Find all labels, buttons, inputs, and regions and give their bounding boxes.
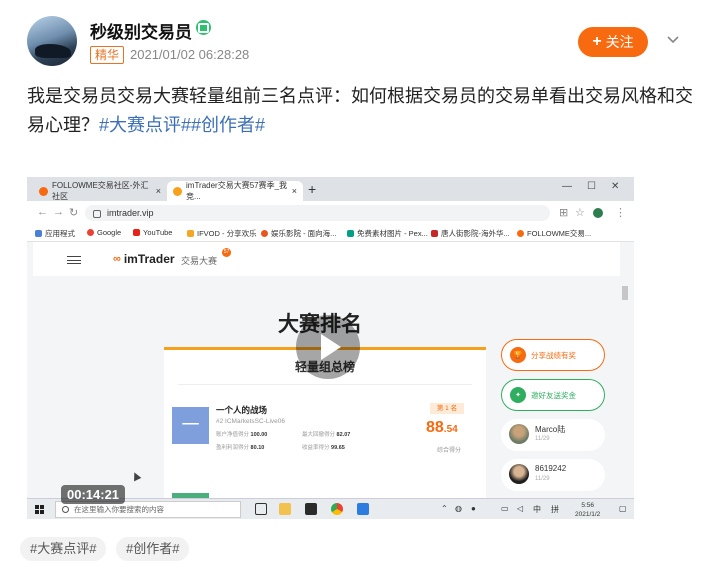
user-card[interactable]: 8619242 11/29 bbox=[501, 459, 605, 491]
post-time: 2021/01/02 06:28:28 bbox=[130, 47, 250, 62]
task-view-icon[interactable] bbox=[255, 503, 267, 515]
address-bar: ← → ↻ imtrader.vip ⊞ ☆ ⋮ bbox=[27, 201, 634, 225]
follow-button[interactable]: + 关注 bbox=[578, 27, 648, 57]
post-inline-tags[interactable]: #大赛点评##创作者# bbox=[99, 115, 265, 135]
site-logo[interactable]: ∞ imTrader bbox=[113, 252, 175, 266]
bookmark-item[interactable]: 娱乐影院 - 面向海... bbox=[261, 228, 336, 239]
tag-chip[interactable]: #大赛点评# bbox=[20, 537, 107, 561]
maximize-icon[interactable]: ☐ bbox=[587, 181, 596, 192]
windows-start-icon[interactable] bbox=[35, 505, 44, 514]
play-icon[interactable] bbox=[296, 315, 360, 379]
back-icon[interactable]: ← bbox=[37, 206, 48, 218]
wechat-icon[interactable]: ● bbox=[471, 504, 476, 513]
entry-stat: 最大回撤得分 82.07 bbox=[302, 432, 351, 438]
bookmark-item[interactable]: YouTube bbox=[133, 228, 172, 237]
avatar bbox=[509, 464, 529, 484]
bookmark-item[interactable]: Google bbox=[87, 228, 121, 237]
reload-icon[interactable]: ↻ bbox=[69, 206, 78, 219]
notification-icon[interactable]: ▢ bbox=[619, 504, 627, 513]
tab-label: FOLLOWME交易社区-外汇社区 bbox=[52, 181, 149, 201]
menu-dots-icon[interactable]: ⋮ bbox=[615, 206, 626, 219]
browser-tab-followme[interactable]: FOLLOWME交易社区-外汇社区 × bbox=[33, 181, 167, 201]
ime-indicator[interactable]: 中 bbox=[533, 504, 541, 515]
plus-icon: + bbox=[592, 33, 602, 50]
scrollbar-thumb[interactable] bbox=[622, 286, 628, 300]
share-reward-button[interactable]: 🏆 分享战绩有奖 bbox=[501, 339, 605, 371]
google-icon bbox=[87, 229, 94, 236]
apps-icon bbox=[35, 230, 42, 237]
volume-icon[interactable]: ◁ bbox=[517, 504, 523, 513]
imtrader-favicon-icon bbox=[173, 186, 182, 196]
chevron-down-icon[interactable] bbox=[665, 32, 681, 48]
post-text: 我是交易员交易大赛轻量组前三名点评：如何根据交易员的交易单看出交易风格和交易心理… bbox=[27, 82, 697, 140]
forward-icon[interactable]: → bbox=[53, 206, 64, 218]
entry-account: #2 ICMarketsSC-Live06 bbox=[216, 418, 285, 425]
author-name[interactable]: 秒级别交易员 bbox=[90, 18, 192, 43]
browser-tabbar: FOLLOWME交易社区-外汇社区 × imTrader交易大赛57赛季_我竞.… bbox=[27, 177, 634, 201]
close-icon[interactable]: × bbox=[292, 186, 297, 196]
minimize-icon[interactable]: — bbox=[562, 181, 572, 192]
bookmark-item[interactable]: IFVOD - 分享欢乐 bbox=[187, 228, 257, 239]
chinatown-icon bbox=[431, 230, 438, 237]
followme-favicon-icon bbox=[39, 186, 48, 196]
bookmark-item[interactable]: 应用程式 bbox=[35, 228, 75, 239]
video-player[interactable]: FOLLOWME交易社区-外汇社区 × imTrader交易大赛57赛季_我竞.… bbox=[27, 177, 634, 519]
mouse-cursor-icon bbox=[130, 470, 142, 482]
user-card[interactable]: Marco陆 11/29 bbox=[501, 419, 605, 451]
infinity-icon: ∞ bbox=[113, 253, 121, 265]
entry-stat: 账户净值得分 100.00 bbox=[216, 432, 268, 438]
close-icon[interactable]: × bbox=[156, 186, 161, 196]
season-badge: 57 bbox=[222, 248, 231, 257]
verified-icon bbox=[196, 20, 211, 35]
browser-tab-imtrader[interactable]: imTrader交易大赛57赛季_我竞... × bbox=[167, 181, 303, 201]
bookmark-item[interactable]: 唐人街影院-海外华... bbox=[431, 228, 510, 239]
translate-icon[interactable]: ⊞ bbox=[559, 206, 568, 219]
hamburger-menu-icon[interactable] bbox=[67, 256, 81, 264]
window-close-icon[interactable]: ✕ bbox=[611, 181, 619, 192]
tab-label: imTrader交易大赛57赛季_我竞... bbox=[186, 181, 288, 201]
ime-pinyin[interactable]: 拼 bbox=[551, 504, 559, 515]
app-icon[interactable] bbox=[357, 503, 369, 515]
network-icon[interactable]: ◍ bbox=[455, 504, 462, 513]
star-icon[interactable]: ☆ bbox=[575, 206, 585, 219]
place-badge: 第 1 名 bbox=[430, 403, 464, 414]
bookmark-item[interactable]: 免费素材图片 - Pex... bbox=[347, 228, 428, 239]
trophy-icon: 🏆 bbox=[510, 347, 526, 363]
bookmarks-bar: 应用程式 Google YouTube IFVOD - 分享欢乐 娱乐影院 - … bbox=[27, 225, 634, 242]
tag-chip[interactable]: #创作者# bbox=[116, 537, 190, 561]
entry-stat: 收益率得分 99.65 bbox=[302, 445, 345, 451]
entry-score: 88.54 bbox=[426, 419, 458, 436]
video-duration: 00:14:21 bbox=[61, 485, 126, 504]
cinema-icon bbox=[261, 230, 268, 237]
score-label: 综合得分 bbox=[437, 448, 462, 454]
followme-icon bbox=[517, 230, 524, 237]
author-avatar[interactable] bbox=[27, 16, 77, 66]
url-field[interactable]: imtrader.vip bbox=[85, 205, 550, 221]
new-tab-button[interactable]: + bbox=[308, 181, 316, 197]
profile-icon[interactable] bbox=[593, 208, 603, 218]
site-logo-subtitle: 交易大赛 bbox=[181, 256, 218, 266]
youtube-icon bbox=[133, 229, 140, 236]
entry-stat: 盈利利润得分 80.10 bbox=[216, 445, 265, 451]
pexels-icon bbox=[347, 230, 354, 237]
tray-up-icon[interactable]: ⌃ bbox=[441, 504, 448, 513]
essence-badge: 精华 bbox=[90, 46, 125, 64]
invite-friend-button[interactable]: ✦ 邀好友送奖金 bbox=[501, 379, 605, 411]
store-icon[interactable] bbox=[305, 503, 317, 515]
chrome-icon[interactable] bbox=[331, 503, 343, 515]
site-header: ∞ imTrader 交易大赛 57 bbox=[33, 242, 620, 276]
battery-icon[interactable]: ▭ bbox=[501, 504, 509, 513]
entry-name[interactable]: 一个人的战场 bbox=[216, 404, 267, 416]
bookmark-item[interactable]: FOLLOWME交易... bbox=[517, 228, 591, 239]
entry-avatar[interactable]: 一 bbox=[172, 407, 209, 444]
file-explorer-icon[interactable] bbox=[279, 503, 291, 515]
taskbar-clock[interactable]: 5:56 2021/1/2 bbox=[575, 501, 600, 519]
avatar bbox=[509, 424, 529, 444]
gift-icon: ✦ bbox=[510, 387, 526, 403]
follow-label: 关注 bbox=[605, 34, 634, 50]
ifvod-icon bbox=[187, 230, 194, 237]
divider bbox=[178, 384, 472, 385]
